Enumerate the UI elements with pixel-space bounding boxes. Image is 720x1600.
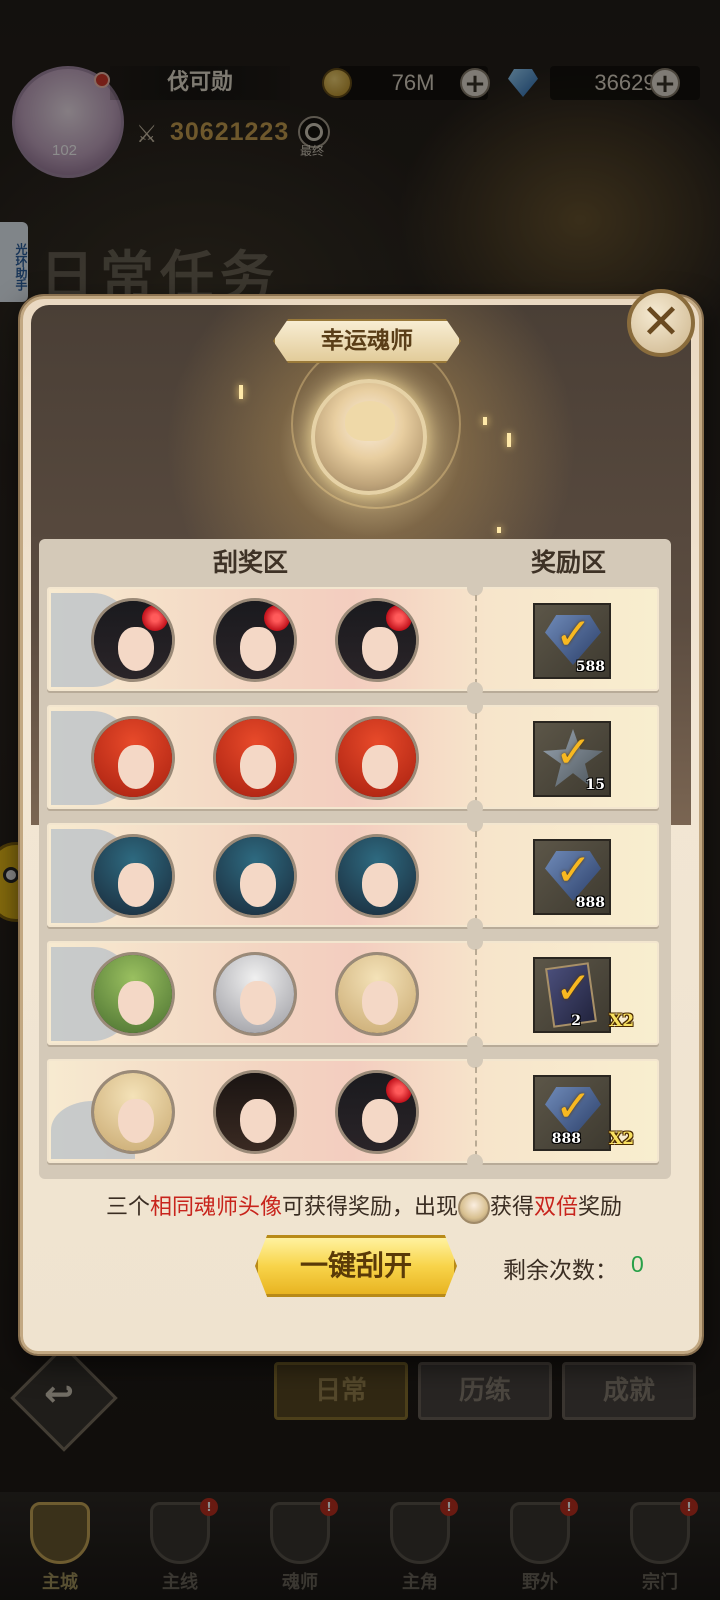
scratch-zone-header: 刮奖区: [213, 548, 289, 577]
soulmaster-portrait: [335, 1070, 419, 1154]
reward-item[interactable]: ✓ 15: [533, 721, 611, 797]
soulmaster-portrait: [91, 598, 175, 682]
soulmaster-portrait: [213, 952, 297, 1036]
reward-quantity: 888: [551, 1131, 581, 1147]
soulmaster-portrait: [91, 716, 175, 800]
soulmaster-portrait: [213, 1070, 297, 1154]
checkmark-icon: ✓: [555, 963, 592, 1014]
ticket-notch: [467, 918, 483, 934]
reward-quantity: 888: [575, 895, 605, 911]
sparkle: [507, 433, 511, 447]
lucky-soulmaster-mini-icon: [458, 1192, 490, 1224]
sparkle: [239, 385, 243, 399]
remaining-attempts-value: 0: [631, 1251, 644, 1277]
ticket-notch: [467, 800, 483, 816]
scratch-row[interactable]: ✓ 15: [47, 698, 659, 816]
ticket-notch: [467, 580, 483, 596]
double-multiplier: X2: [609, 1129, 635, 1149]
lucky-soulmaster-avatar: [311, 379, 427, 495]
ticket-notch: [467, 698, 483, 714]
reward-item[interactable]: ✓ 888: [533, 839, 611, 915]
remaining-attempts-label: 剩余次数：: [503, 1258, 618, 1284]
row-divider: [475, 595, 477, 685]
checkmark-icon: ✓: [555, 1081, 592, 1132]
reward-item[interactable]: ✓ 2: [533, 957, 611, 1033]
dialog-title: 幸运魂师: [273, 319, 461, 363]
ticket-notch: [467, 1036, 483, 1052]
reward-zone-header: 奖励区: [531, 548, 607, 577]
soulmaster-portrait: [213, 834, 297, 918]
soulmaster-portrait: [91, 834, 175, 918]
scratch-row[interactable]: ✓ 888: [47, 816, 659, 934]
hint-highlight: 双倍: [534, 1195, 579, 1220]
soulmaster-portrait: [213, 598, 297, 682]
rules-hint: 三个相同魂师头像可获得奖励，出现 获得双倍奖励: [23, 1189, 705, 1224]
soulmaster-portrait: [335, 598, 419, 682]
scratch-table: 刮奖区 奖励区 ✓ 588 ✓ 15 ✓ 888 ✓ 2 X2 ✓ 888 X2: [39, 539, 671, 1179]
close-button[interactable]: ✕: [627, 289, 695, 357]
ticket-notch: [467, 934, 483, 950]
hint-highlight: 相同魂师头像: [149, 1195, 282, 1220]
double-multiplier: X2: [609, 1011, 635, 1031]
scratch-all-button[interactable]: 一键刮开: [255, 1235, 457, 1297]
checkmark-icon: ✓: [555, 727, 592, 778]
reward-item[interactable]: ✓ 588: [533, 603, 611, 679]
hint-text: 三个: [105, 1195, 150, 1220]
soulmaster-portrait: [335, 952, 419, 1036]
soulmaster-portrait: [91, 1070, 175, 1154]
lucky-soulmaster-dialog: 幸运魂师 ✕ 刮奖区 奖励区 ✓ 588 ✓ 15 ✓ 888 ✓ 2 X2 ✓…: [20, 289, 705, 1354]
ticket-notch: [467, 682, 483, 698]
soulmaster-portrait: [335, 716, 419, 800]
hint-text: 奖励: [578, 1195, 623, 1220]
checkmark-icon: ✓: [555, 845, 592, 896]
ticket-notch: [467, 1052, 483, 1068]
scratch-row[interactable]: ✓ 2 X2: [47, 934, 659, 1052]
soulmaster-portrait: [213, 716, 297, 800]
row-divider: [475, 949, 477, 1039]
reward-quantity: 588: [575, 659, 605, 675]
sparkle: [497, 527, 501, 533]
hint-text: 可获得奖励，出现: [281, 1195, 458, 1220]
scratch-row[interactable]: ✓ 588: [47, 580, 659, 698]
scratch-row[interactable]: ✓ 888 X2: [47, 1052, 659, 1170]
ticket-notch: [467, 816, 483, 832]
soulmaster-portrait: [335, 834, 419, 918]
row-divider: [475, 1067, 477, 1157]
row-divider: [475, 831, 477, 921]
row-divider: [475, 713, 477, 803]
hint-text: 获得: [490, 1195, 535, 1220]
checkmark-icon: ✓: [555, 609, 592, 660]
reward-item[interactable]: ✓ 888: [533, 1075, 611, 1151]
sparkle: [483, 417, 487, 425]
ticket-notch: [467, 1154, 483, 1170]
soulmaster-portrait: [91, 952, 175, 1036]
reward-quantity: 15: [585, 777, 605, 793]
reward-quantity: 2: [571, 1013, 581, 1029]
